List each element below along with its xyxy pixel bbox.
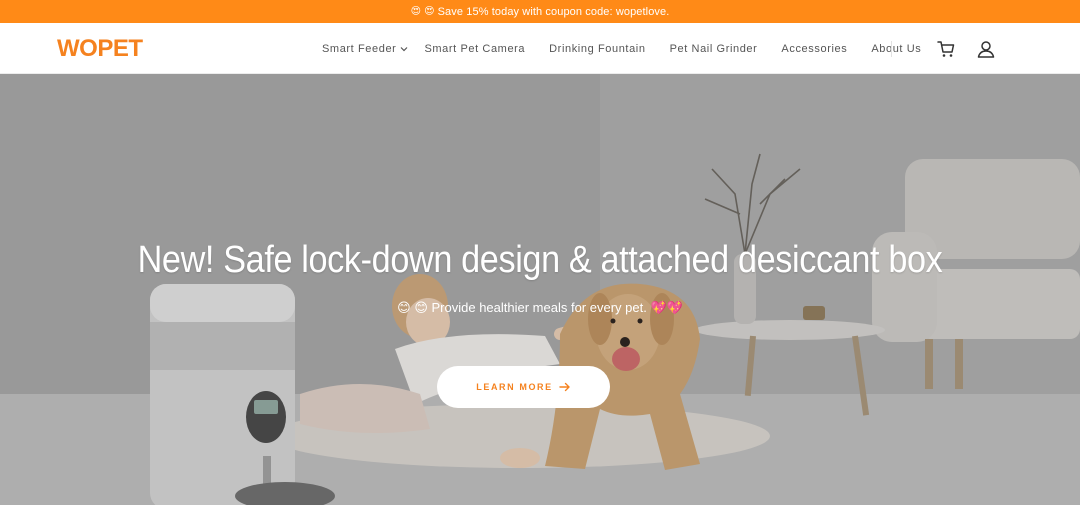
hero-subtitle-text: Provide healthier meals for every pet. — [431, 300, 647, 315]
nav-smart-pet-camera[interactable]: Smart Pet Camera — [424, 42, 525, 56]
arrow-right-icon — [559, 382, 570, 392]
wopet-logo[interactable]: WOPET — [57, 36, 143, 62]
hero-banner: New! Safe lock-down design & attached de… — [0, 74, 1080, 505]
hero-title: New! Safe lock-down design & attached de… — [137, 239, 943, 281]
announcement-emoji-right: 😍 — [424, 6, 435, 17]
announcement-text: Save 15% today with coupon code: wopetlo… — [437, 5, 670, 18]
learn-more-label: LEARN MORE — [476, 382, 553, 392]
hero-photo — [0, 74, 1080, 505]
hero-subtitle: 😊 😊 Provide healthier meals for every pe… — [0, 300, 1080, 316]
account-icon[interactable] — [977, 40, 995, 58]
learn-more-button[interactable]: LEARN MORE — [437, 366, 610, 408]
nav-accessories[interactable]: Accessories — [781, 42, 847, 56]
announcement-bar: 😍 😍 Save 15% today with coupon code: wop… — [0, 0, 1080, 23]
smile-emoji-icon: 😊 😊 — [397, 300, 428, 315]
nav-drinking-fountain[interactable]: Drinking Fountain — [549, 42, 645, 56]
announcement-emoji-left: 😍 — [410, 6, 422, 17]
site-header: WOPET Smart Feeder Smart Pet Camera Drin… — [0, 23, 1080, 74]
cart-icon[interactable] — [937, 40, 955, 58]
main-nav: Smart Feeder Smart Pet Camera Drinking F… — [322, 42, 921, 56]
nav-divider — [891, 41, 892, 57]
nav-pet-nail-grinder[interactable]: Pet Nail Grinder — [670, 42, 758, 56]
nav-smart-feeder[interactable]: Smart Feeder — [322, 42, 408, 56]
nav-smart-feeder-label: Smart Feeder — [322, 43, 397, 55]
heart-emoji-icon: 💖💖 — [650, 300, 683, 315]
nav-about-us[interactable]: About Us — [871, 42, 921, 56]
chevron-down-icon — [401, 47, 408, 52]
